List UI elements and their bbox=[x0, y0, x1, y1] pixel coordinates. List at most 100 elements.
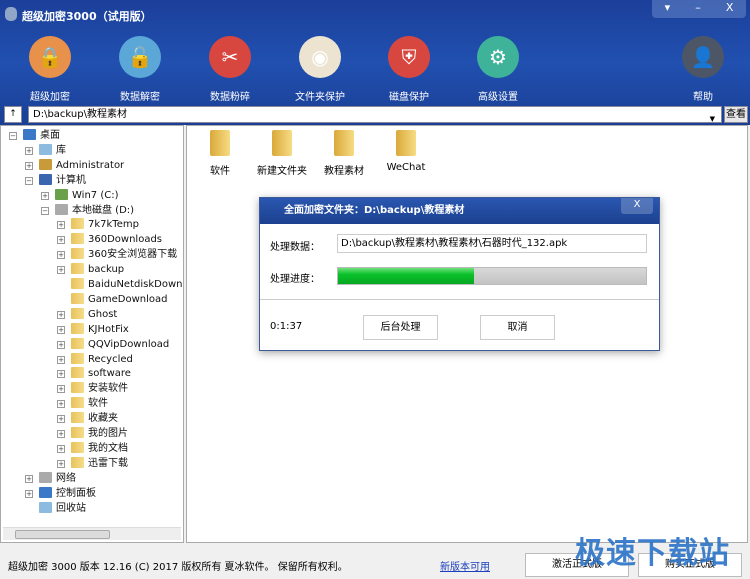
folder-icon bbox=[272, 130, 292, 156]
tree-item[interactable]: software bbox=[71, 366, 131, 381]
folder-item[interactable]: WeChat bbox=[376, 130, 436, 173]
tree-item-label: 控制面板 bbox=[56, 487, 96, 499]
data-field: D:\backup\教程素材\教程素材\石器时代_132.apk bbox=[337, 234, 647, 253]
tree-item[interactable]: Administrator bbox=[39, 158, 124, 173]
tree-item[interactable]: 软件 bbox=[71, 396, 108, 411]
expand-toggle[interactable]: + bbox=[57, 444, 65, 453]
tree-item-label: 软件 bbox=[88, 398, 108, 410]
expand-toggle[interactable]: + bbox=[25, 474, 33, 483]
tree-item[interactable]: 本地磁盘 (D:) bbox=[55, 203, 134, 218]
toolbar-button[interactable]: ⛨ 磁盘保护 bbox=[369, 36, 449, 103]
tree-item[interactable]: Ghost bbox=[71, 307, 117, 322]
expand-toggle[interactable]: + bbox=[25, 161, 33, 170]
tree-item-label: 安装软件 bbox=[88, 383, 128, 395]
tree-item[interactable]: 我的图片 bbox=[71, 426, 128, 441]
expand-toggle[interactable]: + bbox=[57, 340, 65, 349]
folder-icon bbox=[334, 130, 354, 156]
tree-item[interactable]: 计算机 bbox=[39, 173, 86, 188]
tree-item[interactable]: 7k7kTemp bbox=[71, 217, 139, 232]
node-icon bbox=[39, 501, 52, 513]
tree-item[interactable]: 回收站 bbox=[39, 501, 86, 516]
expand-toggle[interactable]: + bbox=[57, 430, 65, 438]
minimize-button[interactable]: – bbox=[695, 0, 701, 18]
expand-toggle[interactable]: + bbox=[57, 236, 65, 245]
expand-toggle[interactable]: + bbox=[41, 191, 49, 200]
toolbar-button[interactable]: 🔓 数据解密 bbox=[100, 36, 180, 103]
expand-toggle[interactable]: − bbox=[25, 176, 33, 185]
folder-item[interactable]: 软件 bbox=[190, 130, 250, 177]
user-icon: 👤 bbox=[682, 36, 724, 78]
tree-item[interactable]: GameDownload bbox=[71, 292, 167, 307]
folder-icon bbox=[71, 233, 84, 245]
toolbar-label: 帮助 bbox=[693, 92, 713, 103]
folder-label: 教程素材 bbox=[324, 166, 364, 177]
expand-toggle[interactable]: + bbox=[25, 146, 33, 155]
expand-toggle[interactable]: + bbox=[57, 370, 65, 379]
dialog-close-button[interactable]: X bbox=[621, 198, 653, 214]
node-icon bbox=[39, 486, 52, 498]
tree-item[interactable]: Recycled bbox=[71, 352, 133, 367]
folder-item[interactable]: 教程素材 bbox=[314, 130, 374, 177]
tree-item-label: Recycled bbox=[88, 353, 133, 365]
tree-item-label: 网络 bbox=[56, 472, 76, 484]
tree-item[interactable]: 360安全浏览器下载 bbox=[71, 247, 177, 262]
horizontal-scrollbar[interactable] bbox=[3, 527, 181, 540]
path-input[interactable]: D:\backup\教程素材 ▼ bbox=[28, 106, 722, 123]
tree-item[interactable]: 安装软件 bbox=[71, 381, 128, 396]
gear-icon: ⚙ bbox=[477, 36, 519, 78]
tree-item[interactable]: 360Downloads bbox=[71, 232, 162, 247]
expand-toggle[interactable]: − bbox=[41, 206, 49, 215]
expand-toggle[interactable]: + bbox=[57, 251, 65, 260]
tree-item[interactable]: 控制面板 bbox=[39, 486, 96, 501]
tree-item[interactable]: 库 bbox=[39, 143, 66, 158]
toolbar-label: 数据粉碎 bbox=[210, 92, 250, 103]
toolbar-button[interactable]: 👤 帮助 bbox=[663, 36, 743, 103]
scissors-icon: ✂ bbox=[209, 36, 251, 78]
menu-icon[interactable]: ▾ bbox=[665, 0, 671, 18]
toolbar-button[interactable]: ◉ 文件夹保护 bbox=[280, 36, 360, 103]
tree-item[interactable]: 收藏夹 bbox=[71, 411, 118, 426]
scroll-thumb[interactable] bbox=[15, 530, 110, 539]
node-icon bbox=[23, 129, 36, 140]
background-button[interactable]: 后台处理 bbox=[363, 315, 438, 340]
expand-toggle[interactable]: + bbox=[57, 385, 65, 394]
expand-toggle[interactable]: + bbox=[57, 266, 65, 275]
expand-toggle[interactable]: + bbox=[57, 355, 65, 364]
toolbar-button[interactable]: 🔒 超级加密 bbox=[10, 36, 90, 103]
folder-icon bbox=[71, 337, 84, 349]
tree-item[interactable]: Win7 (C:) bbox=[55, 188, 118, 203]
view-button[interactable]: 查看 bbox=[724, 106, 748, 123]
folder-item[interactable]: 新建文件夹 bbox=[252, 130, 312, 177]
cancel-button[interactable]: 取消 bbox=[480, 315, 555, 340]
tree-item[interactable]: BaiduNetdiskDownload bbox=[71, 277, 183, 292]
expand-toggle[interactable]: + bbox=[57, 459, 65, 468]
lock-icon: 🔒 bbox=[29, 36, 71, 78]
folder-icon bbox=[71, 382, 84, 394]
tree-item-label: 7k7kTemp bbox=[88, 219, 139, 231]
path-bar: ↑ D:\backup\教程素材 ▼ 查看 bbox=[4, 106, 748, 123]
tree-item[interactable]: 我的文档 bbox=[71, 441, 128, 456]
up-button[interactable]: ↑ bbox=[4, 106, 22, 123]
toolbar-button[interactable]: ✂ 数据粉碎 bbox=[190, 36, 270, 103]
expand-toggle[interactable]: + bbox=[57, 221, 65, 230]
expand-toggle[interactable]: + bbox=[25, 489, 33, 498]
tree-item[interactable]: backup bbox=[71, 262, 124, 277]
expand-toggle[interactable]: − bbox=[9, 132, 17, 140]
tree-item[interactable]: 迅雷下载 bbox=[71, 456, 128, 471]
toolbar-button[interactable]: ⚙ 高级设置 bbox=[458, 36, 538, 103]
tree-item-label: 计算机 bbox=[56, 174, 86, 186]
tree-item[interactable]: QQVipDownload bbox=[71, 337, 169, 352]
new-version-link[interactable]: 新版本可用 bbox=[440, 558, 490, 573]
dialog-title-bar: 全面加密文件夹：D:\backup\教程素材 X bbox=[260, 198, 659, 224]
folder-icon bbox=[71, 322, 84, 334]
folder-tree[interactable]: − 桌面 + 库 + Administrator − 计算机 + Win7 (C:) − 本地磁盘 (… bbox=[0, 125, 184, 543]
tree-item-label: 我的文档 bbox=[88, 442, 128, 454]
expand-toggle[interactable]: + bbox=[57, 415, 65, 424]
tree-item[interactable]: 网络 bbox=[39, 471, 76, 486]
expand-toggle[interactable]: + bbox=[57, 325, 65, 334]
expand-toggle[interactable]: + bbox=[57, 310, 65, 319]
tree-item[interactable]: 桌面 bbox=[23, 128, 60, 143]
close-button[interactable]: X bbox=[726, 0, 734, 18]
expand-toggle[interactable]: + bbox=[57, 400, 65, 409]
tree-item[interactable]: KJHotFix bbox=[71, 322, 129, 337]
